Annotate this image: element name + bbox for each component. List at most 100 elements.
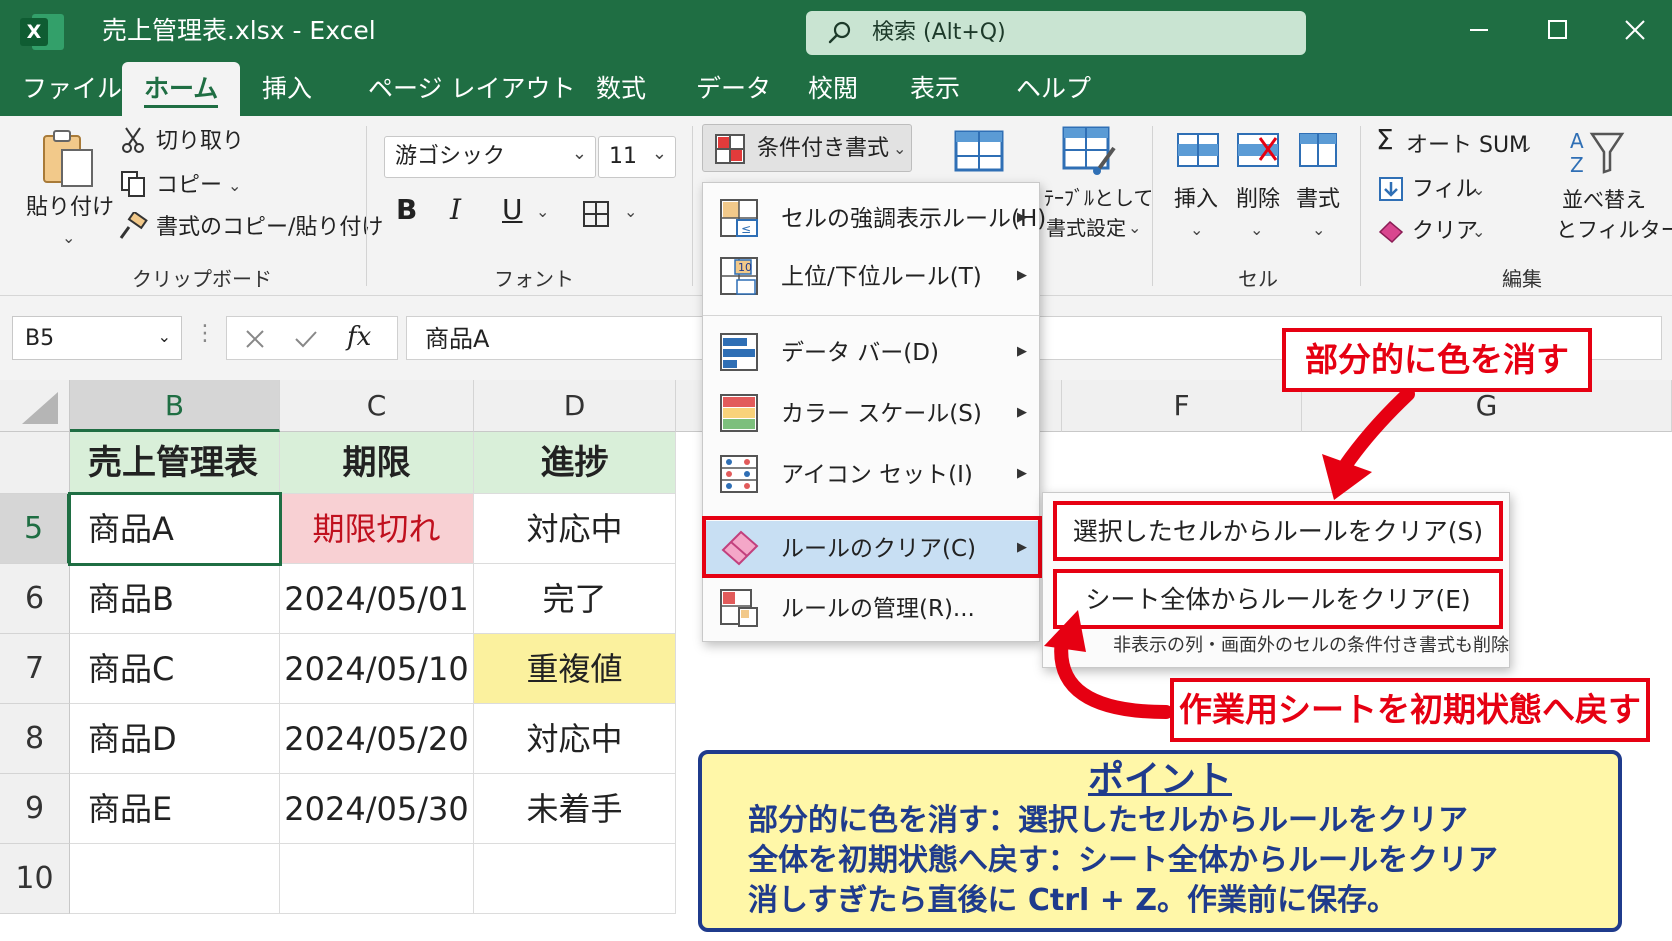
chevron-down-icon: ⌄ (893, 139, 907, 158)
table-header-cell[interactable]: 期限 (280, 432, 474, 494)
clear-entire-sheet-label: シート全体からルールをクリア(E) (1085, 585, 1471, 614)
maximize-button[interactable] (1532, 12, 1582, 48)
insert-cells-icon (1177, 133, 1219, 167)
table-cell[interactable]: 商品D (70, 704, 280, 774)
formula-controls: fx (226, 316, 398, 360)
font-size-combo[interactable]: 11 ⌄ (598, 136, 676, 178)
icon-sets-icon (720, 455, 758, 493)
duplicate-cell[interactable]: 重複値 (474, 634, 676, 704)
tab-page-layout[interactable]: ページ レイアウト (368, 62, 575, 116)
conditional-formatting-button[interactable]: 条件付き書式 ⌄ (702, 124, 912, 172)
formula-value: 商品A (425, 325, 490, 353)
table-cell[interactable]: 完了 (474, 564, 676, 634)
empty-cell[interactable] (474, 844, 676, 914)
column-header-f[interactable]: F (1062, 380, 1302, 432)
copy-icon (121, 171, 145, 197)
menu-item-label: カラー スケール(S) (781, 401, 982, 427)
row-header-5[interactable]: 5 (0, 494, 70, 564)
cut-label: 切り取り (156, 129, 245, 154)
tab-data[interactable]: データ (696, 62, 771, 116)
name-box[interactable]: B5 ⌄ (12, 316, 182, 360)
active-cell-outline (68, 492, 282, 566)
table-cell[interactable]: 2024/05/10 (280, 634, 474, 704)
table-cell[interactable]: 商品C (70, 634, 280, 704)
table-header-cell[interactable]: 進捗 (474, 432, 676, 494)
tab-file[interactable]: ファイル (22, 62, 122, 116)
svg-text:10: 10 (738, 261, 752, 274)
insert-function-button[interactable]: fx (347, 321, 371, 353)
chevron-down-icon: ⌄ (157, 327, 171, 346)
table-cell[interactable]: 対応中 (474, 704, 676, 774)
more-options-icon[interactable]: ⋮ (194, 320, 216, 348)
table-cell[interactable]: 2024/05/30 (280, 774, 474, 844)
table-cell[interactable]: 商品E (70, 774, 280, 844)
callout-reset-sheet: 作業用シートを初期状態へ戻す (1170, 678, 1650, 742)
table-cell[interactable]: 2024/05/01 (280, 564, 474, 634)
chevron-down-icon: ⌄ (1472, 180, 1486, 199)
clear-selected-cells-button[interactable]: 選択したセルからルールをクリア(S) (1053, 501, 1503, 561)
cell-styles-icon[interactable] (954, 130, 1004, 172)
row-header-8[interactable]: 8 (0, 704, 70, 774)
empty-cell[interactable] (70, 844, 280, 914)
row-header-7[interactable]: 7 (0, 634, 70, 704)
column-header-b[interactable]: B (70, 380, 280, 432)
cancel-icon[interactable] (243, 327, 267, 351)
expired-cell[interactable]: 期限切れ (280, 494, 474, 564)
font-group-label: フォント (494, 267, 574, 291)
submenu-arrow-icon: ▶ (1017, 268, 1027, 283)
font-name-value: 游ゴシック (395, 144, 506, 169)
menu-item-icon-sets[interactable]: アイコン セット(I) ▶ (703, 445, 1039, 505)
clear-label: クリア (1412, 219, 1479, 244)
menu-item-label: 上位/下位ルール(T) (781, 264, 982, 290)
search-box[interactable]: 検索 (Alt+Q) (806, 11, 1306, 55)
table-cell[interactable]: 商品B (70, 564, 280, 634)
table-cell[interactable]: 未着手 (474, 774, 676, 844)
minimize-button[interactable] (1454, 12, 1504, 48)
table-cell[interactable]: 対応中 (474, 494, 676, 564)
close-button[interactable] (1610, 12, 1660, 48)
italic-button[interactable]: I (450, 196, 461, 224)
menu-item-color-scales[interactable]: カラー スケール(S) ▶ (703, 383, 1039, 445)
row-header-9[interactable]: 9 (0, 774, 70, 844)
tab-insert[interactable]: 挿入 (262, 62, 312, 116)
maximize-icon (1548, 20, 1567, 39)
tab-help[interactable]: ヘルプ (1016, 62, 1091, 116)
tab-formulas[interactable]: 数式 (596, 62, 646, 116)
enter-check-icon[interactable] (293, 327, 319, 351)
menu-item-top-bottom-rules[interactable]: 10 上位/下位ルール(T) ▶ (703, 247, 1039, 307)
column-header-c[interactable]: C (280, 380, 474, 432)
menu-item-manage-rules[interactable]: ルールの管理(R)... (703, 581, 1039, 637)
menu-item-label: セルの強調表示ルール(H) (781, 206, 1047, 232)
tab-view[interactable]: 表示 (910, 62, 960, 116)
row-header[interactable] (0, 432, 70, 494)
menu-item-data-bars[interactable]: データ バー(D) ▶ (703, 323, 1039, 383)
column-header-d[interactable]: D (474, 380, 676, 432)
row-header-6[interactable]: 6 (0, 564, 70, 634)
minimize-icon (1470, 29, 1488, 31)
chevron-down-icon: ⌄ (62, 228, 76, 247)
tab-review[interactable]: 校閲 (808, 62, 858, 116)
insert-cells-label: 挿入 (1174, 187, 1219, 212)
fill-label: フィル (1412, 177, 1478, 202)
callout-partial-clear: 部分的に色を消す (1282, 328, 1592, 392)
format-as-table-label-1: ﾃｰﾌﾞﾙとして (1044, 186, 1154, 210)
clear-entire-sheet-button[interactable]: シート全体からルールをクリア(E) (1053, 569, 1503, 629)
format-cells-icon (1299, 133, 1337, 167)
bold-button[interactable]: B (396, 196, 417, 224)
group-separator (692, 126, 693, 286)
eraser-icon (1378, 220, 1404, 244)
menu-item-highlight-rules[interactable]: ≤ セルの強調表示ルール(H) ▶ (703, 191, 1046, 247)
select-all-button[interactable] (0, 380, 70, 432)
svg-text:≤: ≤ (741, 222, 751, 236)
point-line: 消しすぎたら直後に Ctrl + Z。作業前に保存。 (748, 883, 1398, 918)
tab-home[interactable]: ホーム (122, 62, 241, 116)
title-bar: X 売上管理表.xlsx - Excel 検索 (Alt+Q) (0, 0, 1672, 62)
row-header-10[interactable]: 10 (0, 844, 70, 914)
underline-button[interactable]: U (502, 196, 523, 224)
empty-cell[interactable] (280, 844, 474, 914)
sigma-icon: Σ (1376, 123, 1394, 156)
format-painter-label: 書式のコピー/貼り付け (156, 215, 384, 240)
font-name-combo[interactable]: 游ゴシック ⌄ (384, 136, 596, 178)
table-header-cell[interactable]: 売上管理表 (70, 432, 280, 494)
table-cell[interactable]: 2024/05/20 (280, 704, 474, 774)
